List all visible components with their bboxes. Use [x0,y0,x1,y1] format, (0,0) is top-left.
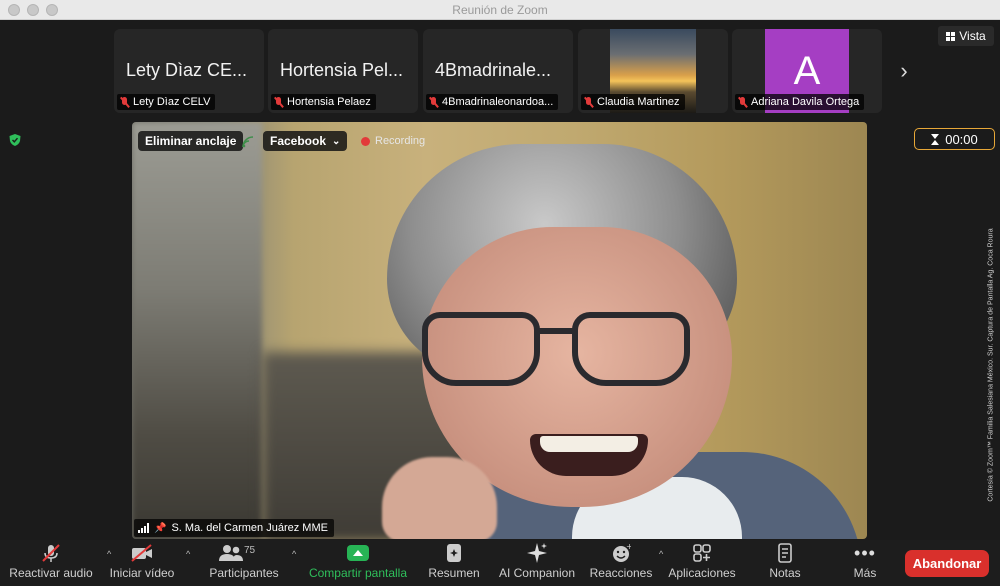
notes-icon [778,543,792,563]
notes-label: Notas [769,566,801,580]
signal-bars-icon [138,523,149,533]
chevron-up-icon[interactable]: ^ [186,549,190,559]
mic-muted-icon [274,96,283,108]
participant-label: Adriana Davila Ortega [735,94,865,110]
unmute-button[interactable]: ^ Reactivar audio [8,540,111,586]
view-button-label: Vista [959,29,986,43]
participant-tile-name: Lety Dìaz CE... [126,60,248,80]
chevron-up-icon[interactable]: ^ [292,549,296,559]
speaker-name: S. Ma. del Carmen Juárez MME [171,522,328,534]
participant-label-text: Adriana Davila Ortega [751,96,860,108]
speaker-name-tag: 📌 S. Ma. del Carmen Juárez MME [134,519,334,537]
image-credit-text: Cortesía © Zoom™ Familia Salesiana Méxic… [987,228,995,502]
leave-meeting-button[interactable]: Abandonar [905,550,989,577]
notes-button[interactable]: Notas [764,540,806,586]
image-credit: Cortesía © Zoom™ Familia Salesiana Méxic… [985,200,997,530]
stream-dropdown-label: Facebook [270,134,327,148]
mic-muted-icon [42,544,60,562]
svg-text:+: + [626,543,631,551]
reactions-button[interactable]: + ^ Reacciones [588,540,664,586]
window-title: Reunión de Zoom [452,3,548,17]
summary-label: Resumen [428,566,480,580]
glasses-left-lens [422,312,540,386]
recording-dot-icon [361,136,370,146]
participant-tile-name: 4Bmadrinale... [435,60,552,80]
summary-button[interactable]: Resumen [426,540,482,586]
glasses-bridge [538,328,574,334]
more-label: Más [853,566,877,580]
participant-label: Lety Dìaz CELV [117,94,216,110]
chevron-up-icon[interactable]: ^ [659,549,663,559]
sparkle-icon [527,543,547,563]
participant-tile[interactable]: Lety Dìaz CE... Lety Dìaz CELV [114,29,264,113]
participant-tile-name: Hortensia Pel... [280,60,404,80]
next-page-arrow-icon[interactable]: › [895,60,913,82]
apps-icon [693,544,711,562]
participant-label: 4Bmadrinaleonardoa... [426,94,559,110]
share-screen-icon [347,545,369,561]
pin-icon: 📌 [154,522,167,534]
start-video-label: Iniciar vídeo [109,566,175,580]
mic-muted-icon [584,96,593,108]
share-screen-label: Compartir pantalla [308,566,408,580]
chevron-down-icon: ⌄ [332,135,341,147]
unmute-label: Reactivar audio [9,566,93,580]
video-camera-off-icon [131,544,152,562]
speaker-teeth [540,436,638,452]
participant-label-text: 4Bmadrinaleonardoa... [442,96,554,108]
reactions-label: Reacciones [589,566,653,580]
participant-label-text: Hortensia Pelaez [287,96,371,108]
participant-tile[interactable]: A Adriana Davila Ortega [732,29,882,113]
ellipsis-icon: ••• [854,542,876,563]
shield-icon[interactable] [8,133,22,147]
meeting-toolbar: ^ Reactivar audio ^ Iniciar vídeo 75 ^ P [0,540,1000,586]
unpin-button[interactable]: Eliminar anclaje [138,131,244,151]
apps-label: Aplicaciones [668,566,736,580]
more-button[interactable]: ••• Más [848,540,882,586]
participant-tile[interactable]: 4Bmadrinale... 4Bmadrinaleonardoa... [423,29,573,113]
participants-count: 75 [244,545,256,556]
connection-signal-icon [242,136,254,148]
participant-label: Hortensia Pelaez [271,94,376,110]
ai-companion-button[interactable]: AI Companion [496,540,578,586]
participant-tile[interactable]: Claudia Martinez [578,29,728,113]
window-titlebar: Reunión de Zoom [0,0,1000,20]
share-screen-button[interactable]: Compartir pantalla [306,540,410,586]
people-icon [219,545,243,561]
participants-label: Participantes [209,566,279,580]
participants-button[interactable]: 75 ^ Participantes [206,540,296,586]
mic-muted-icon [738,96,747,108]
mic-muted-icon [120,96,129,108]
participant-label-text: Lety Dìaz CELV [133,96,211,108]
apps-button[interactable]: Aplicaciones [666,540,738,586]
hourglass-icon [931,133,940,145]
timer-value: 00:00 [945,131,978,147]
summary-document-icon [447,544,461,562]
participant-label: Claudia Martinez [581,94,685,110]
mic-muted-icon [429,96,438,108]
view-button[interactable]: Vista [938,26,994,46]
start-video-button[interactable]: ^ Iniciar vídeo [104,540,190,586]
meeting-timer[interactable]: 00:00 [914,128,995,150]
recording-label: Recording [375,135,426,147]
participant-tile[interactable]: Hortensia Pel... Hortensia Pelaez [268,29,418,113]
speaker-hand [382,457,497,539]
ai-companion-label: AI Companion [498,566,576,580]
grid-icon [946,31,956,41]
emoji-smile-icon: + [613,543,631,562]
recording-indicator[interactable]: Recording [361,131,425,151]
active-speaker-video: Eliminar anclaje Facebook ⌄ Recording 📌 … [132,122,867,539]
glasses-right-lens [572,312,690,386]
stream-dropdown[interactable]: Facebook ⌄ [263,131,348,151]
participant-label-text: Claudia Martinez [597,96,680,108]
background-wall [132,122,262,539]
